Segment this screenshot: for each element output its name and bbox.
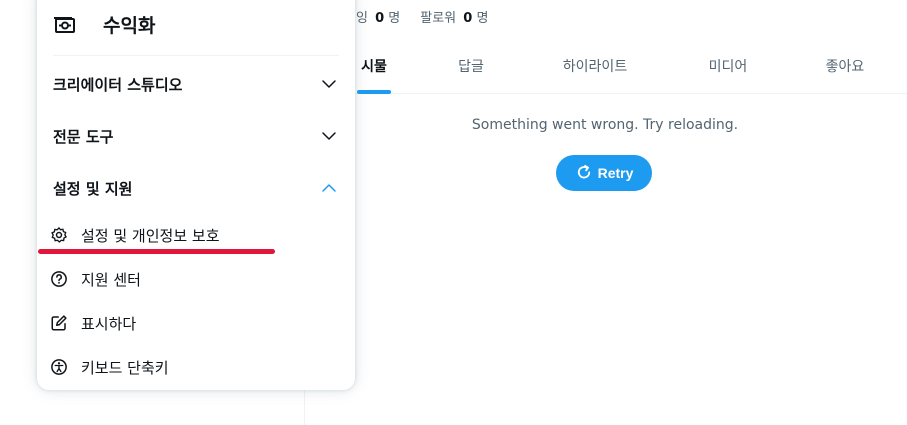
menu-item-help-center[interactable]: 지원 센터 [37,257,355,301]
menu-item-label: 키보드 단축키 [81,358,169,377]
menu-item-label: 지원 센터 [81,270,141,289]
annotation-underline [38,249,275,254]
chevron-down-icon [322,80,336,88]
menu-item-monetization[interactable]: 수익화 [53,11,155,38]
tab-label: 답글 [458,59,484,75]
chevron-down-icon [322,132,336,140]
tab-highlights[interactable]: 하이라이트 [555,42,635,94]
followers-unit: 명 [476,11,489,26]
tab-media[interactable]: 미디어 [700,42,756,94]
section-creator-studio[interactable]: 크리에이터 스튜디오 [37,58,355,110]
section-settings-support[interactable]: 설정 및 지원 [37,162,355,214]
menu-item-display[interactable]: 표시하다 [37,301,355,345]
followers-stat[interactable]: 팔로워 0 명 [420,7,488,26]
tab-label: 시물 [361,59,387,75]
section-label: 크리에이터 스튜디오 [53,75,183,94]
followers-label: 팔로워 [420,11,457,26]
retry-label: Retry [597,165,634,181]
section-label: 전문 도구 [53,127,114,146]
tab-posts[interactable]: 시물 [357,42,391,94]
following-stat[interactable]: 잉 0 명 [356,7,400,26]
section-label: 설정 및 지원 [53,179,133,198]
menu-item-label: 설정 및 개인정보 보호 [81,226,220,245]
accessibility-icon [51,359,67,375]
active-tab-indicator [357,90,391,94]
follow-stats: 잉 0 명 팔로워 0 명 [356,7,488,26]
followers-count: 0 [463,11,473,26]
tab-label: 좋아요 [825,59,865,75]
tab-label: 미디어 [708,59,748,75]
error-message: Something went wrong. Try reloading. [471,117,739,133]
refresh-icon [577,164,590,179]
edit-display-icon [51,315,67,331]
menu-item-keyboard-shortcuts[interactable]: 키보드 단축키 [37,345,355,389]
tab-likes[interactable]: 좋아요 [817,42,873,94]
chevron-up-icon [322,184,336,192]
more-menu: 수익화 크리에이터 스튜디오 전문 도구 설정 및 지원 설정 및 개인정보 보… [37,0,355,390]
profile-tabs: 시물 답글 하이라이트 미디어 좋아요 [305,42,907,94]
help-circle-icon [51,271,67,287]
retry-button[interactable]: Retry [556,155,652,191]
following-unit: 명 [388,11,401,26]
tab-replies[interactable]: 답글 [451,42,491,94]
section-professional-tools[interactable]: 전문 도구 [37,110,355,162]
menu-item-label: 표시하다 [81,314,137,333]
money-icon [54,16,75,33]
monetization-label: 수익화 [103,15,156,37]
following-label: 잉 [356,11,368,26]
following-count: 0 [375,11,385,26]
menu-divider [53,55,339,56]
gear-icon [51,227,67,243]
tab-label: 하이라이트 [562,59,628,75]
